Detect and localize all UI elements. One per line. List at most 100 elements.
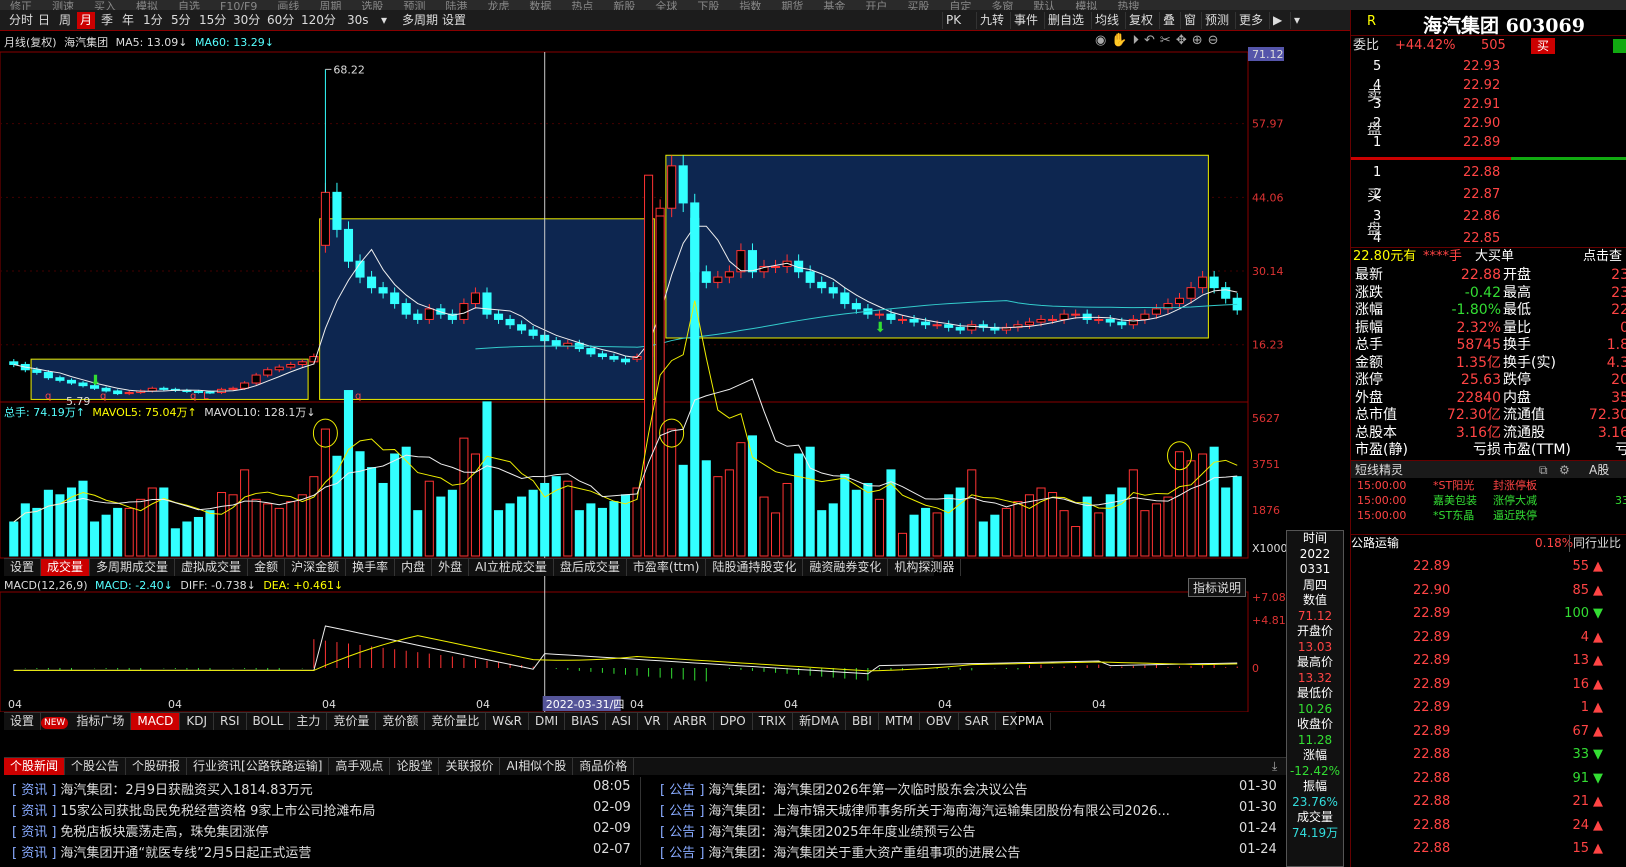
top-tool-1[interactable]: 九转: [976, 12, 1007, 29]
indicator-tab-9[interactable]: 竞价额: [376, 713, 426, 730]
top-tool-5[interactable]: 复权: [1125, 12, 1156, 29]
timeframe-13[interactable]: ▾: [378, 12, 390, 29]
timeframe-15[interactable]: 设置: [439, 12, 469, 29]
gear-icon[interactable]: ⚙: [1559, 461, 1570, 479]
news-item[interactable]: [ 公告 ] 海汽集团：海汽集团2025年年度业绩预亏公告 01-24: [660, 821, 1279, 840]
top-toolbar-item[interactable]: 陆港: [445, 1, 467, 10]
top-tool-6[interactable]: 叠: [1159, 12, 1178, 29]
indicator-tab-4[interactable]: KDJ: [180, 713, 214, 730]
top-toolbar-item[interactable]: 数据: [529, 1, 551, 10]
short-line-row[interactable]: 15:00:00 *ST阳光 封涨停板: [1353, 478, 1626, 493]
sell-level[interactable]: 3 22.91: [1353, 96, 1623, 114]
top-toolbar-item[interactable]: 预测: [403, 1, 425, 10]
top-toolbar-item[interactable]: 基金: [823, 1, 845, 10]
short-line-row[interactable]: 15:00:00 嘉美包装 涨停大减 33: [1353, 493, 1626, 508]
top-tool-4[interactable]: 均线: [1091, 12, 1122, 29]
top-toolbar-item[interactable]: 买入: [94, 1, 116, 10]
indicator-tab-6[interactable]: BOLL: [247, 713, 291, 730]
top-toolbar-item[interactable]: 自选: [178, 1, 200, 10]
top-toolbar-item[interactable]: 选股: [361, 1, 383, 10]
buy-level[interactable]: 1 22.88: [1353, 164, 1623, 182]
buy-level[interactable]: 3 22.86: [1353, 208, 1623, 226]
top-toolbar-item[interactable]: 新股: [613, 1, 635, 10]
top-toolbar-item[interactable]: F10/F9: [220, 1, 257, 10]
indicator-tab-11[interactable]: W&R: [486, 713, 529, 730]
indicator-tab-14[interactable]: ASI: [606, 713, 639, 730]
volume-tab-5[interactable]: 沪深金额: [285, 559, 347, 576]
timeframe-14[interactable]: 多周期: [399, 12, 441, 29]
indicator-help-button[interactable]: 指标说明: [1188, 578, 1247, 597]
sell-level[interactable]: 2 22.90: [1353, 115, 1623, 133]
volume-tab-3[interactable]: 虚拟成交量: [175, 559, 249, 576]
indicator-tab-2[interactable]: 指标广场: [70, 713, 132, 730]
top-toolbar-item[interactable]: 期货: [781, 1, 803, 10]
buy-level[interactable]: 4 22.85: [1353, 230, 1623, 248]
timeframe-4[interactable]: 季: [98, 12, 116, 29]
bigbuy-link[interactable]: 点击查: [1583, 248, 1622, 266]
top-tool-7[interactable]: 窗: [1180, 12, 1199, 29]
top-toolbar-item[interactable]: 模拟: [1075, 1, 1097, 10]
volume-tab-14[interactable]: 机构探测器: [888, 559, 962, 576]
volume-tab-0[interactable]: 设置: [4, 559, 42, 576]
timeframe-2[interactable]: 周: [56, 12, 74, 29]
top-toolbar-item[interactable]: 买股: [907, 1, 929, 10]
volume-tab-1[interactable]: 成交量: [41, 559, 91, 576]
top-toolbar-item[interactable]: 模拟: [136, 1, 158, 10]
volume-tab-11[interactable]: 市盈率(ttm): [627, 559, 707, 576]
volume-tab-7[interactable]: 内盘: [395, 559, 433, 576]
timeframe-9[interactable]: 30分: [230, 12, 263, 29]
indicator-tab-13[interactable]: BIAS: [565, 713, 606, 730]
indicator-tab-24[interactable]: EXPMA: [996, 713, 1051, 730]
top-tool-9[interactable]: 更多: [1235, 12, 1266, 29]
top-toolbar-item[interactable]: 龙虎: [487, 1, 509, 10]
short-line-row[interactable]: 15:00:00 *ST东晶 逼近跌停: [1353, 508, 1626, 523]
sell-level[interactable]: 4 22.92: [1353, 77, 1623, 95]
big-buy-row[interactable]: 22.80元有 ****手 大买单 点击查: [1351, 247, 1626, 265]
top-tool-10[interactable]: ▶: [1269, 12, 1285, 29]
top-toolbar-item[interactable]: 热搜: [1117, 1, 1139, 10]
volume-tab-6[interactable]: 换手率: [346, 559, 396, 576]
top-toolbar-item[interactable]: 全球: [655, 1, 677, 10]
top-tool-11[interactable]: ▾: [1290, 12, 1303, 29]
a-share-tab[interactable]: A股: [1589, 461, 1609, 479]
volume-tab-12[interactable]: 陆股通持股变化: [706, 559, 804, 576]
indicator-tab-15[interactable]: VR: [638, 713, 668, 730]
indicator-tab-16[interactable]: ARBR: [668, 713, 714, 730]
sell-level[interactable]: 1 22.89: [1353, 134, 1623, 152]
indicator-tab-12[interactable]: DMI: [529, 713, 566, 730]
volume-tab-4[interactable]: 金额: [248, 559, 286, 576]
indicator-tab-18[interactable]: TRIX: [753, 713, 794, 730]
top-toolbar-item[interactable]: 测速: [52, 1, 74, 10]
top-toolbar-item[interactable]: 周期: [319, 1, 341, 10]
timeframe-8[interactable]: 15分: [196, 12, 229, 29]
top-tool-3[interactable]: 删自选: [1044, 12, 1087, 29]
same-industry-button[interactable]: 同行业比: [1569, 535, 1621, 552]
indicator-tab-19[interactable]: 新DMA: [793, 713, 846, 730]
indicator-tab-22[interactable]: OBV: [920, 713, 959, 730]
indicator-tab-0[interactable]: 设置: [4, 713, 42, 730]
indicator-tab-17[interactable]: DPO: [714, 713, 753, 730]
indicator-tab-7[interactable]: 主力: [290, 713, 328, 730]
timeframe-0[interactable]: 分时: [6, 12, 36, 29]
top-toolbar-item[interactable]: 画线: [277, 1, 299, 10]
top-toolbar-item[interactable]: 指数: [739, 1, 761, 10]
chart-area[interactable]: 月线(复权) 海汽集团 MA5: 13.09↓ MA60: 13.29↓ ◉✋⏵…: [0, 32, 1350, 762]
timeframe-10[interactable]: 60分: [264, 12, 297, 29]
timeframe-3[interactable]: 月: [77, 12, 96, 29]
indicator-tab-5[interactable]: RSI: [214, 713, 247, 730]
news-item[interactable]: [ 公告 ] 海汽集团：海汽集团2026年第一次临时股东会决议公告 01-30: [660, 779, 1279, 798]
indicator-tab-20[interactable]: BBI: [846, 713, 879, 730]
top-toolbar-item[interactable]: 下股: [697, 1, 719, 10]
indicator-tab-23[interactable]: SAR: [959, 713, 996, 730]
indicator-tab-1[interactable]: NEW: [41, 717, 69, 729]
top-toolbar-item[interactable]: 热点: [571, 1, 593, 10]
indicator-tab-3[interactable]: MACD: [131, 713, 181, 730]
news-item[interactable]: [ 公告 ] 海汽集团：上海市锦天城律师事务所关于海南海汽运输集团股份有限公司20…: [660, 800, 1279, 819]
expand-icon[interactable]: ⧉: [1539, 461, 1548, 479]
top-tool-8[interactable]: 预测: [1201, 12, 1232, 29]
top-tool-0[interactable]: PK: [942, 12, 964, 29]
indicator-tab-8[interactable]: 竞价量: [327, 713, 377, 730]
sell-level[interactable]: 5 22.93: [1353, 58, 1623, 76]
top-toolbar-item[interactable]: 自定: [949, 1, 971, 10]
volume-tab-2[interactable]: 多周期成交量: [90, 559, 176, 576]
